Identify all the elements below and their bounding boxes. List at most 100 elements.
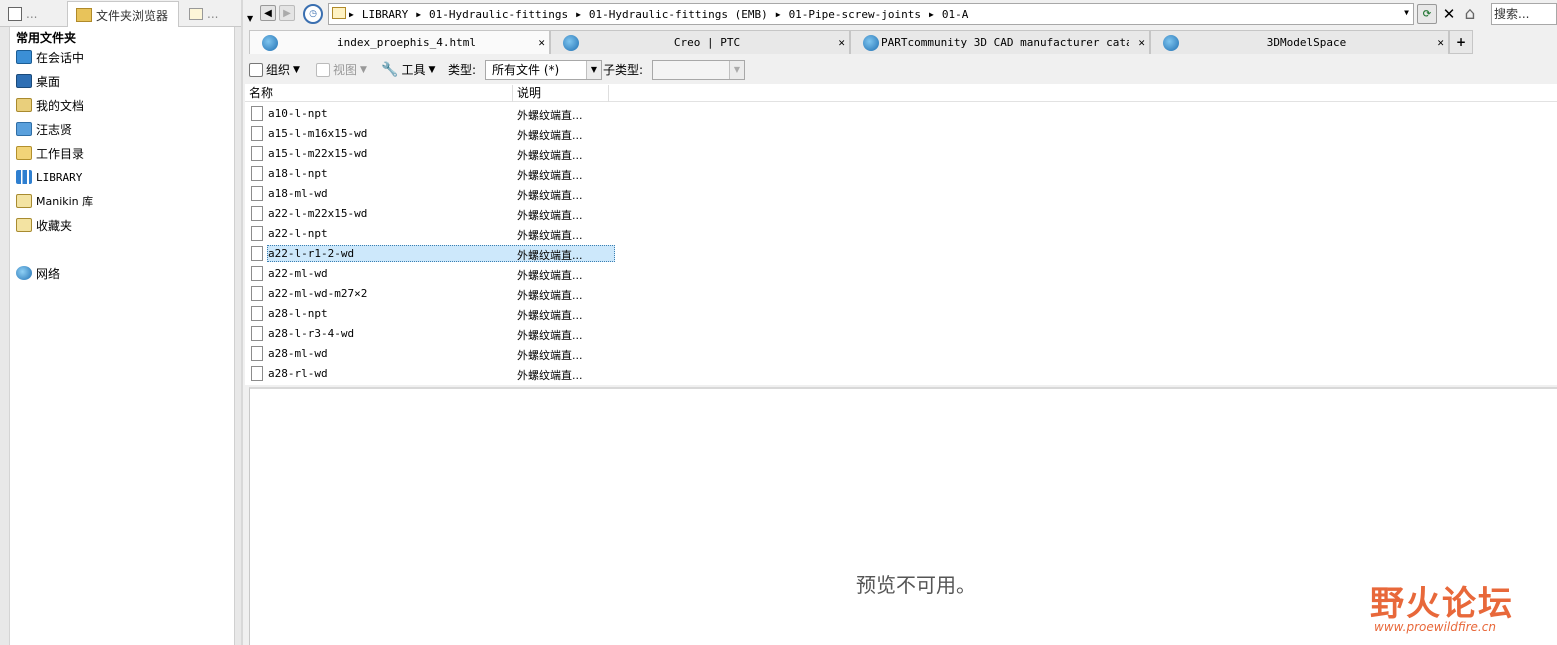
tab-partcommunity[interactable]: PARTcommunity 3D CAD manufacturer cata..…: [850, 30, 1150, 54]
history-button[interactable]: ◷: [303, 4, 323, 24]
address-dropdown-icon[interactable]: ▼: [1404, 8, 1409, 17]
file-name: a15-l-m22x15-wd: [268, 147, 368, 160]
table-row[interactable]: a22-l-r1-2-wd 外螺纹端直...: [245, 244, 615, 264]
navigation-bar: ▼ ◀ ▶ ◷ ▶ LIBRARY ▶ 01-Hydraulic-fitting…: [243, 0, 1557, 28]
fav-item-computer[interactable]: 汪志贤: [16, 119, 72, 139]
refresh-button[interactable]: ⟳: [1417, 4, 1437, 24]
navigator-tabs: ... 文件夹浏览器 ...: [0, 0, 241, 28]
table-row[interactable]: a22-ml-wd-m27×2 外螺纹端直...: [245, 284, 615, 304]
table-row[interactable]: a22-ml-wd 外螺纹端直...: [245, 264, 615, 284]
organize-icon: [249, 62, 263, 77]
file-description: 外螺纹端直...: [517, 169, 583, 182]
search-input[interactable]: 搜索...: [1491, 3, 1557, 25]
favorites-icon: [16, 218, 32, 232]
monitor-icon: [16, 50, 32, 64]
file-icon: [251, 146, 263, 161]
path-sep-icon: ▶: [929, 9, 934, 19]
view-menu[interactable]: 视图 ▼: [316, 61, 367, 78]
fav-item-in-session[interactable]: 在会话中: [16, 47, 84, 67]
tab-3dmodelspace[interactable]: 3DModelSpace ✕: [1150, 30, 1449, 54]
table-row[interactable]: a18-ml-wd 外螺纹端直...: [245, 184, 615, 204]
table-row[interactable]: a28-l-npt 外螺纹端直...: [245, 304, 615, 324]
tab-creo-ptc[interactable]: Creo | PTC ✕: [550, 30, 850, 54]
file-name: a28-l-r3-4-wd: [268, 327, 355, 340]
path-sep-icon: ▶: [576, 9, 581, 19]
close-tab-icon[interactable]: ✕: [538, 36, 545, 49]
tab-index-proephis[interactable]: index_proephis_4.html ✕: [249, 30, 550, 54]
table-row[interactable]: a18-l-npt 外螺纹端直...: [245, 164, 615, 184]
nav-dropdown-icon[interactable]: ▼: [247, 14, 253, 23]
address-bar[interactable]: ▶ LIBRARY ▶ 01-Hydraulic-fittings ▶ 01-H…: [328, 3, 1414, 25]
globe-icon: [262, 35, 278, 51]
subtype-select[interactable]: ▼: [652, 60, 745, 80]
computer-icon: [16, 122, 32, 136]
favorites-title: 常用文件夹: [16, 31, 77, 45]
tab-folder-browser[interactable]: 文件夹浏览器: [67, 1, 179, 28]
table-row[interactable]: a28-ml-wd 外螺纹端直...: [245, 344, 615, 364]
breadcrumb-library[interactable]: LIBRARY: [362, 8, 408, 21]
fav-item-my-documents[interactable]: 我的文档: [16, 95, 84, 115]
column-description[interactable]: 说明: [513, 85, 609, 102]
close-tab-icon[interactable]: ✕: [1437, 36, 1444, 49]
file-description: 外螺纹端直...: [517, 269, 583, 282]
fav-item-network[interactable]: 网络: [16, 263, 60, 283]
globe-icon: [1163, 35, 1179, 51]
favorites-panel: 常用文件夹 在会话中 桌面 我的文档 汪志贤 工作目录 LIBRARY Mani…: [10, 27, 235, 645]
file-name: a22-ml-wd: [268, 267, 328, 280]
file-description: 外螺纹端直...: [517, 189, 583, 202]
file-list: 名称 说明 a10-l-npt 外螺纹端直... a15-l-m16x15-wd 外螺…: [245, 84, 1557, 385]
close-tab-icon[interactable]: ✕: [838, 36, 845, 49]
favorites-tab-icon: [189, 8, 203, 20]
table-row[interactable]: a28-rl-wd 外螺纹端直...: [245, 364, 615, 384]
subtype-label: 子类型:: [603, 63, 644, 77]
path-sep-icon: ▶: [775, 9, 781, 19]
table-row[interactable]: a15-l-m22x15-wd 外螺纹端直...: [245, 144, 615, 164]
tools-icon: 🔧: [381, 61, 399, 78]
file-toolbar: 组织 ▼ 视图 ▼ 🔧 工具 ▼ 类型: 所有文件 (*) ▼ 子类型: ▼: [245, 57, 1557, 83]
file-name: a22-l-npt: [268, 227, 328, 240]
globe-icon: [563, 35, 579, 51]
file-icon: [251, 346, 263, 361]
breadcrumb-hydraulic-fittings-emb[interactable]: 01-Hydraulic-fittings (EMB): [589, 8, 768, 21]
breadcrumb-pipe-screw-joints[interactable]: 01-Pipe-screw-joints: [789, 8, 921, 21]
table-row[interactable]: a28-l-r3-4-wd 外螺纹端直...: [245, 324, 615, 344]
close-tab-icon[interactable]: ✕: [1138, 36, 1145, 49]
file-description: 外螺纹端直...: [517, 369, 583, 382]
file-icon: [251, 126, 263, 141]
table-row[interactable]: a22-l-npt 外螺纹端直...: [245, 224, 615, 244]
panel-splitter[interactable]: [241, 0, 243, 645]
fav-item-manikin-library[interactable]: Manikin 库: [16, 191, 93, 211]
type-select[interactable]: 所有文件 (*) ▼: [485, 60, 602, 80]
column-name[interactable]: 名称: [245, 85, 513, 102]
network-icon: [16, 266, 32, 280]
home-button[interactable]: ⌂: [1459, 3, 1481, 25]
file-description: 外螺纹端直...: [517, 249, 583, 262]
chevron-down-icon: ▼: [428, 64, 436, 75]
stop-button[interactable]: ✕: [1439, 4, 1459, 24]
desktop-icon: [16, 74, 32, 88]
organize-menu[interactable]: 组织 ▼: [249, 61, 300, 78]
forward-button[interactable]: ▶: [279, 5, 295, 21]
table-row[interactable]: a22-l-m22x15-wd 外螺纹端直...: [245, 204, 615, 224]
tab-model-tree[interactable]: ...: [0, 1, 64, 27]
fav-item-working-dir[interactable]: 工作目录: [16, 143, 84, 163]
file-name: a28-l-npt: [268, 307, 328, 320]
tools-menu[interactable]: 🔧 工具 ▼: [381, 61, 435, 78]
fav-item-library[interactable]: LIBRARY: [16, 167, 82, 187]
fav-item-desktop[interactable]: 桌面: [16, 71, 60, 91]
file-icon: [251, 246, 263, 261]
table-row[interactable]: a15-l-m16x15-wd 外螺纹端直...: [245, 124, 615, 144]
breadcrumb-01-a[interactable]: 01-A: [942, 8, 969, 21]
file-name: a22-l-r1-2-wd: [268, 247, 355, 260]
model-tree-icon: [8, 7, 22, 21]
new-tab-button[interactable]: +: [1449, 30, 1473, 54]
table-row[interactable]: a10-l-npt 外螺纹端直...: [245, 104, 615, 124]
folder-browser-icon: [76, 8, 92, 22]
breadcrumb-hydraulic-fittings[interactable]: 01-Hydraulic-fittings: [429, 8, 568, 21]
fav-item-favorites[interactable]: 收藏夹: [16, 215, 72, 235]
tab-favorites[interactable]: ...: [181, 1, 241, 27]
file-description: 外螺纹端直...: [517, 149, 583, 162]
home-icon: ⌂: [1464, 4, 1476, 24]
back-button[interactable]: ◀: [260, 5, 276, 21]
file-icon: [251, 166, 263, 181]
